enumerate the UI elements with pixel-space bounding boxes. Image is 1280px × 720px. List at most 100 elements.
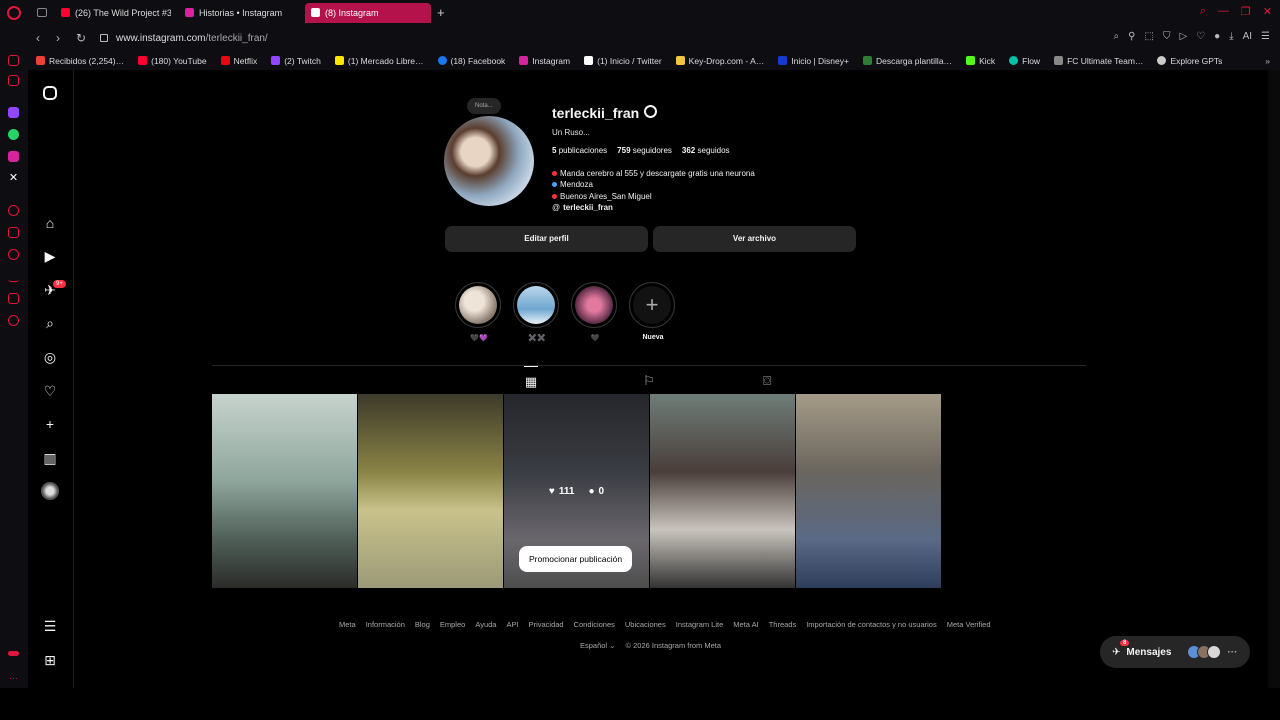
post-thumbnail[interactable] xyxy=(650,394,795,588)
footer-link[interactable]: API xyxy=(506,620,518,629)
pin-icon[interactable]: ⚲ xyxy=(1128,31,1135,42)
account-icon[interactable]: ● xyxy=(1214,31,1220,42)
download-icon[interactable]: ⤓ xyxy=(1229,31,1233,42)
heart-icon[interactable]: ♡ xyxy=(1196,31,1205,42)
promote-post-button[interactable]: Promocionar publicación xyxy=(519,546,633,572)
zoom-icon[interactable]: ⌕ xyxy=(1114,31,1120,42)
more-menu-icon[interactable]: ☰ xyxy=(41,617,59,635)
bookmark-youtube[interactable]: (180) YouTube xyxy=(138,56,207,66)
footer-link[interactable]: Blog xyxy=(415,620,430,629)
browser-tab-historias[interactable]: Historias • Instagram xyxy=(179,3,297,23)
instagram-logo-icon[interactable] xyxy=(43,86,57,100)
search-tabs-icon[interactable]: ⌕ xyxy=(1200,5,1206,18)
post-thumbnail[interactable] xyxy=(212,394,357,588)
profile-avatar-large[interactable] xyxy=(444,116,534,206)
bookmark-keydrop[interactable]: Key-Drop.com - A… xyxy=(675,56,764,66)
saved-bookmark-icon[interactable]: ⚐ xyxy=(642,366,656,396)
highlight-item[interactable]: 🖤 xyxy=(571,282,619,342)
threads-link[interactable]: @ terleckii_fran xyxy=(552,202,755,213)
reload-icon[interactable]: ↻ xyxy=(76,31,86,45)
post-thumbnail[interactable]: ♥ 111 ● 0 Promocionar publicación xyxy=(504,394,649,588)
scrollbar[interactable] xyxy=(1268,70,1280,688)
highlight-item[interactable]: 🖤💜 xyxy=(455,282,503,342)
bookmark-facebook[interactable]: (18) Facebook xyxy=(437,56,505,66)
dashboard-icon[interactable]: ▥ xyxy=(41,449,59,467)
footer-link[interactable]: Ubicaciones xyxy=(625,620,666,629)
url-field[interactable]: www.instagram.com/terleckii_fran/ xyxy=(116,33,268,44)
profile-note[interactable]: Nota... xyxy=(467,98,501,114)
post-thumbnail[interactable] xyxy=(796,394,941,588)
x-sidebar-icon[interactable]: ✕ xyxy=(8,173,19,184)
minimize-icon[interactable]: — xyxy=(1218,5,1229,18)
profile-avatar[interactable] xyxy=(41,482,59,500)
speed-dial-icon[interactable] xyxy=(8,55,19,66)
bookmark-kick[interactable]: Kick xyxy=(966,56,995,66)
ai-icon[interactable]: AI xyxy=(1243,31,1252,42)
bookmark-flow[interactable]: Flow xyxy=(1009,56,1040,66)
bookmark-netflix[interactable]: Netflix xyxy=(220,56,257,66)
browser-tab-instagram[interactable]: (8) Instagram xyxy=(305,2,431,23)
restore-icon[interactable]: ❐ xyxy=(1241,5,1251,18)
posts-grid-icon[interactable]: ▦ xyxy=(524,366,538,396)
more-icon[interactable]: ··· xyxy=(8,674,19,686)
footer-link[interactable]: Meta Verified xyxy=(947,620,991,629)
view-archive-button[interactable]: Ver archivo xyxy=(653,226,856,252)
downloads-icon[interactable] xyxy=(8,271,19,282)
player-icon[interactable] xyxy=(8,205,19,216)
language-select[interactable]: Español ⌄ xyxy=(580,641,616,650)
footer-link[interactable]: Meta AI xyxy=(733,620,758,629)
settings-gear-icon[interactable] xyxy=(644,105,657,118)
bookmark-disney[interactable]: Inicio | Disney+ xyxy=(778,56,849,66)
bookmark-mercadolibre[interactable]: (1) Mercado Libre… xyxy=(334,56,424,66)
bookmark-gmail[interactable]: Recibidos (2,254)… xyxy=(36,56,124,66)
shield-icon[interactable]: ⛉ xyxy=(1163,31,1171,42)
whatsapp-icon[interactable] xyxy=(8,129,19,140)
tab-overview-icon[interactable] xyxy=(37,8,47,17)
bookmark-gpts[interactable]: Explore GPTs xyxy=(1157,56,1222,66)
extensions-icon[interactable] xyxy=(8,293,19,304)
search-icon[interactable]: ⌕ xyxy=(41,314,59,332)
bookmark-plantilla[interactable]: Descarga plantilla… xyxy=(862,56,952,66)
forward-icon[interactable]: › xyxy=(56,31,66,45)
new-tab-button[interactable]: + xyxy=(437,5,445,20)
menu-icon[interactable]: ☰ xyxy=(1261,31,1270,42)
footer-link[interactable]: Instagram Lite xyxy=(676,620,724,629)
following-stat[interactable]: 362 seguidos xyxy=(682,146,730,155)
bookmark-twitch[interactable]: (2) Twitch xyxy=(271,56,321,66)
footer-link[interactable]: Threads xyxy=(769,620,797,629)
footer-link[interactable]: Empleo xyxy=(440,620,465,629)
bookmark-twitter[interactable]: (1) Inicio / Twitter xyxy=(584,56,662,66)
twitch-sidebar-icon[interactable] xyxy=(8,107,19,118)
tagged-icon[interactable]: ⌼ xyxy=(760,366,774,396)
history-icon[interactable] xyxy=(8,249,19,260)
home-icon[interactable]: ⌂ xyxy=(41,214,59,232)
footer-link[interactable]: Información xyxy=(366,620,405,629)
more-bookmarks-icon[interactable]: » xyxy=(1265,56,1270,66)
new-highlight-button[interactable]: + Nueva xyxy=(629,282,677,341)
play-icon[interactable]: ▷ xyxy=(1179,31,1187,42)
footer-link[interactable]: Condiciones xyxy=(574,620,615,629)
followers-stat[interactable]: 759 seguidores xyxy=(617,146,672,155)
messages-pill[interactable]: ✈ 8 Mensajes ··· xyxy=(1100,636,1250,668)
snapshot-icon[interactable]: ⬚ xyxy=(1144,31,1153,42)
gx-icon[interactable] xyxy=(8,651,19,656)
bookmark-fc-ultimate[interactable]: FC Ultimate Team… xyxy=(1054,56,1143,66)
footer-link[interactable]: Privacidad xyxy=(529,620,564,629)
ai-sidebar-icon[interactable] xyxy=(8,75,19,86)
reels-icon[interactable]: ▶ xyxy=(41,247,59,265)
bookmark-instagram[interactable]: Instagram xyxy=(519,56,570,66)
footer-link[interactable]: Importación de contactos y no usuarios xyxy=(806,620,937,629)
close-icon[interactable]: ✕ xyxy=(1263,5,1272,18)
explore-icon[interactable]: ◎ xyxy=(41,348,59,366)
pinboard-icon[interactable] xyxy=(8,227,19,238)
settings-icon[interactable] xyxy=(8,315,19,326)
create-icon[interactable]: + xyxy=(41,415,59,433)
instagram-sidebar-icon[interactable] xyxy=(8,151,19,162)
opera-logo-icon[interactable] xyxy=(7,5,21,20)
post-thumbnail[interactable] xyxy=(358,394,503,588)
footer-link[interactable]: Ayuda xyxy=(475,620,496,629)
browser-tab-youtube[interactable]: (26) The Wild Project #36 xyxy=(55,3,171,23)
threads-app-icon[interactable]: ⊞ xyxy=(41,651,59,669)
footer-link[interactable]: Meta xyxy=(339,620,356,629)
back-icon[interactable]: ‹ xyxy=(36,31,46,45)
